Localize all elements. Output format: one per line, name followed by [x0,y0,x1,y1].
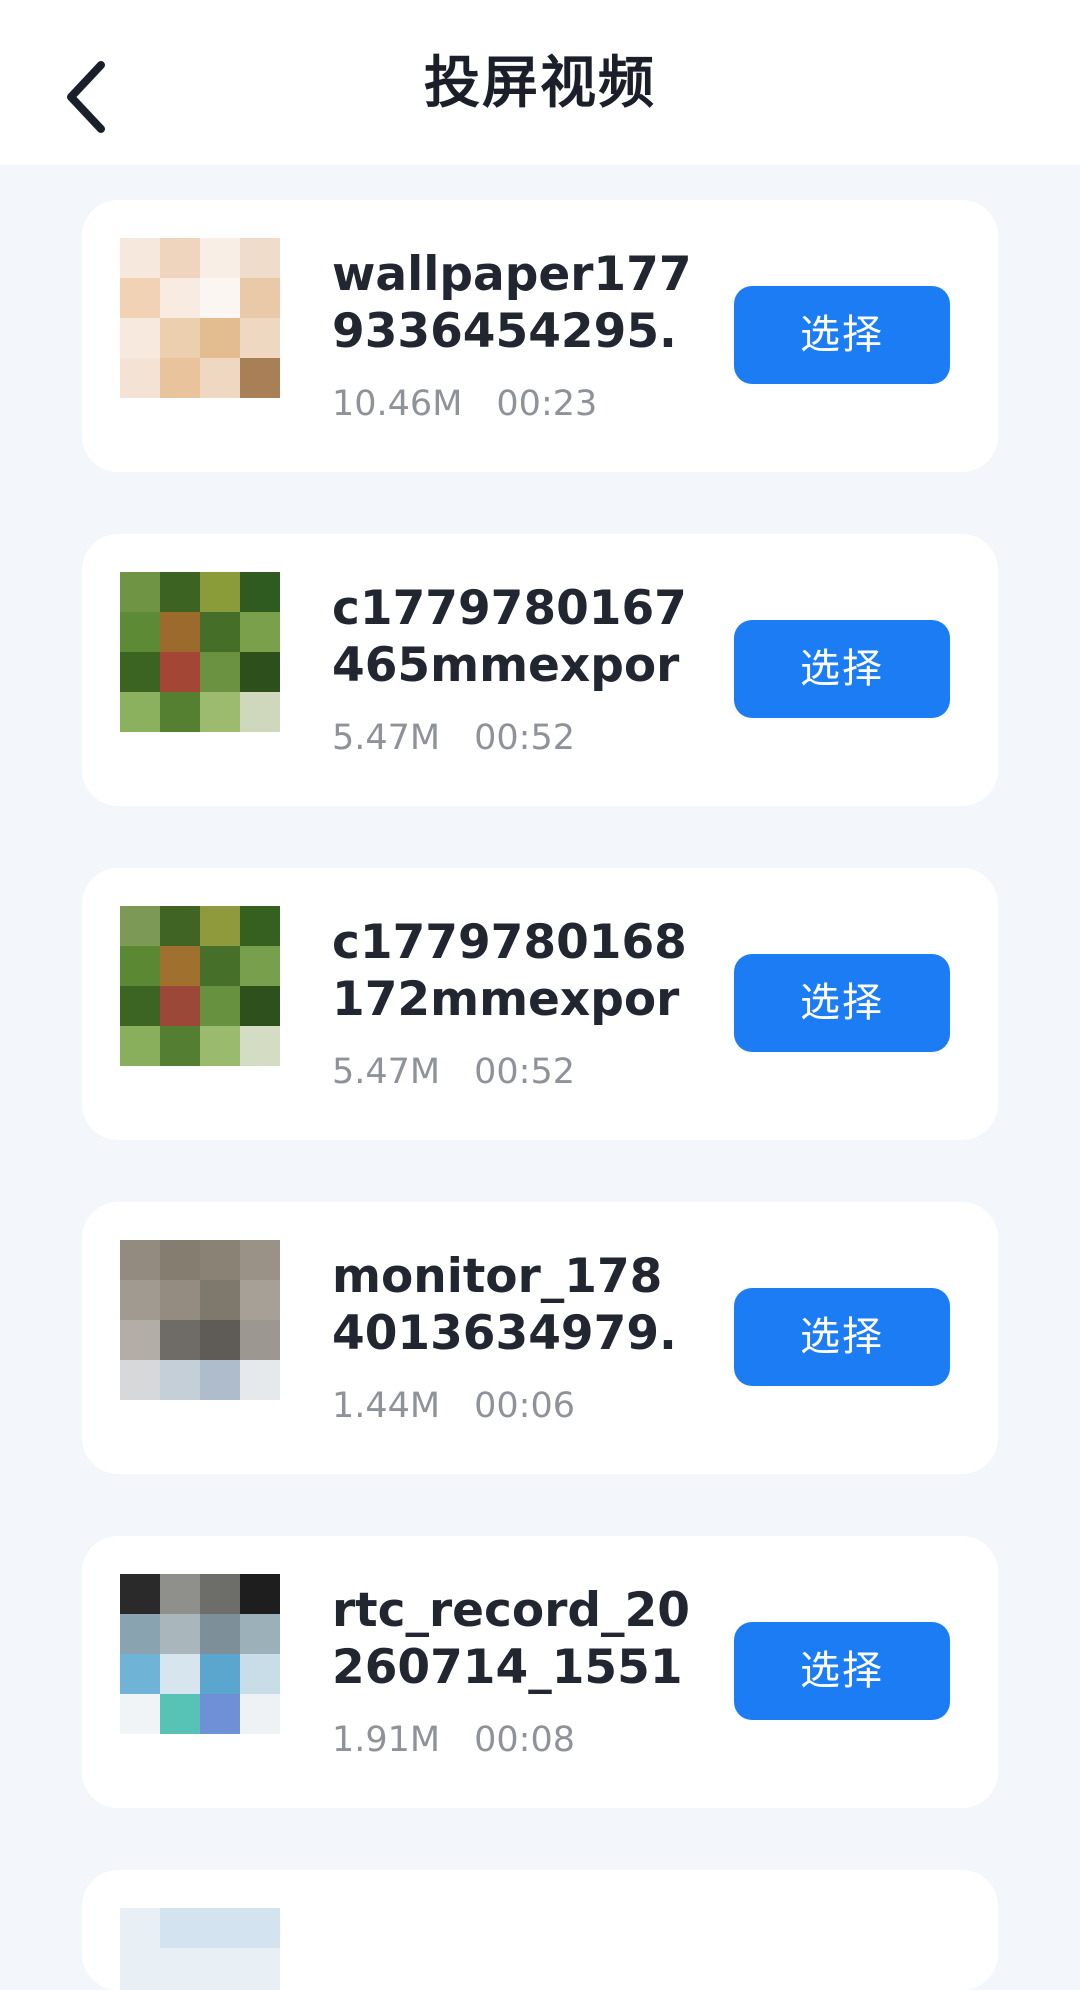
video-filename: c1779780167465mmexport17 [332,581,687,693]
video-item: c1779780168172mmexport17 5.47M 00:52 选择 [82,868,998,1140]
video-item: monitor_1784013634979.mp4 1.44M 00:06 选择 [82,1202,998,1474]
video-thumbnail [120,1240,280,1400]
video-size: 5.47M [332,1052,441,1092]
select-button[interactable]: 选择 [734,1288,950,1386]
video-thumbnail [120,906,280,1066]
select-button[interactable]: 选择 [734,954,950,1052]
video-meta: 5.47M 00:52 [332,1052,575,1092]
video-filename: monitor_1784013634979.mp4 [332,1249,677,1361]
video-thumbnail [120,572,280,732]
select-button[interactable]: 选择 [734,1622,950,1720]
video-duration: 00:52 [474,1052,576,1092]
video-item-partial [82,1870,998,1990]
select-button[interactable]: 选择 [734,286,950,384]
video-meta: 1.44M 00:06 [332,1386,575,1426]
video-item: wallpaper1779336454295.mp 10.46M 00:23 选择 [82,200,998,472]
video-item: c1779780167465mmexport17 5.47M 00:52 选择 [82,534,998,806]
video-size: 10.46M [332,384,463,424]
video-size: 1.91M [332,1720,441,1760]
video-meta: 5.47M 00:52 [332,718,575,758]
video-duration: 00:06 [474,1386,576,1426]
video-meta: 1.91M 00:08 [332,1720,575,1760]
video-filename: c1779780168172mmexport17 [332,915,687,1027]
page-title: 投屏视频 [424,51,656,116]
video-size: 5.47M [332,718,441,758]
video-thumbnail [120,1908,280,1990]
video-list: wallpaper1779336454295.mp 10.46M 00:23 选择 [82,200,998,1990]
video-duration: 00:52 [474,718,576,758]
video-size: 1.44M [332,1386,441,1426]
video-thumbnail [120,238,280,398]
select-button[interactable]: 选择 [734,620,950,718]
video-duration: 00:08 [474,1720,576,1760]
video-item: rtc_record_20260714_155113 1.91M 00:08 选择 [82,1536,998,1808]
video-duration: 00:23 [496,384,598,424]
video-filename: wallpaper1779336454295.mp [332,247,692,359]
video-thumbnail [120,1574,280,1734]
video-meta: 10.46M 00:23 [332,384,597,424]
video-filename: rtc_record_20260714_155113 [332,1583,690,1695]
top-bar: 投屏视频 [0,0,1080,165]
